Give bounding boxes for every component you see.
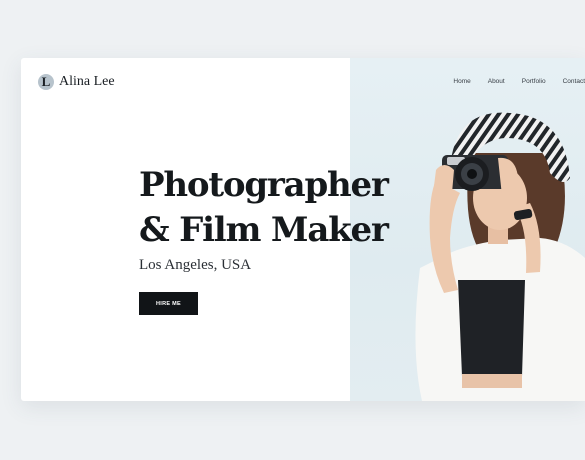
nav-item-contact[interactable]: Contact [563, 78, 585, 85]
main-nav: Home About Portfolio Contact [453, 78, 585, 85]
nav-item-about[interactable]: About [488, 78, 505, 85]
hero-location: Los Angeles, USA [139, 257, 252, 273]
logo-monogram-icon: L [38, 74, 54, 90]
nav-item-home[interactable]: Home [453, 78, 470, 85]
hero-title-line1: Photographer [139, 165, 389, 205]
nav-item-portfolio[interactable]: Portfolio [522, 78, 546, 85]
hero-card: L Alina Lee Home About Portfolio Contact… [21, 58, 585, 401]
hero-title-line2: & Film Maker [139, 210, 389, 250]
hire-me-button[interactable]: HIRE ME [139, 292, 198, 315]
brand-name: Alina Lee [59, 74, 115, 89]
brand-logo[interactable]: L Alina Lee [38, 74, 115, 90]
hero-title: Photographer & Film Maker [139, 163, 389, 253]
